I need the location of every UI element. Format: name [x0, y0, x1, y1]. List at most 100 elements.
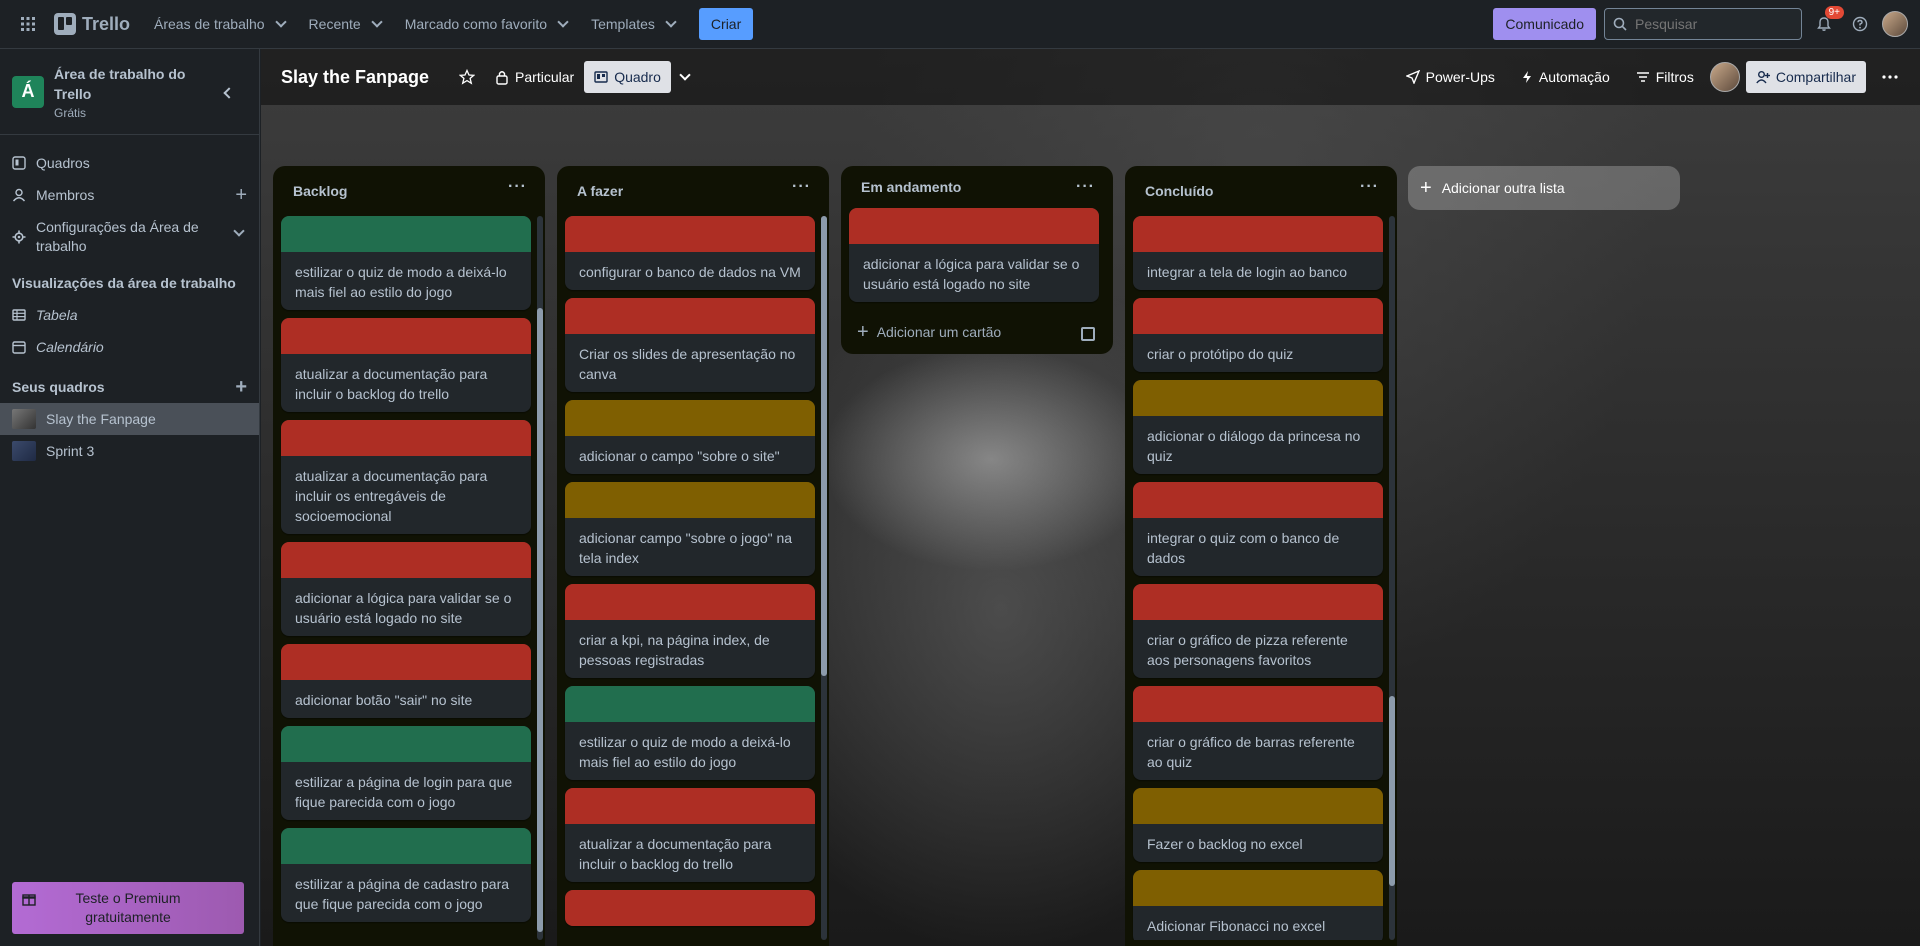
add-card-button[interactable]: +Adicionar um cartão: [841, 310, 1113, 354]
card[interactable]: criar o protótipo do quiz: [1133, 298, 1383, 372]
sidebar-board-sprint[interactable]: Sprint 3: [0, 435, 259, 467]
try-premium-button[interactable]: Teste o Premium gratuitamente: [12, 882, 244, 934]
card[interactable]: adicionar campo "sobre o jogo" na tela i…: [565, 482, 815, 576]
add-card-button[interactable]: +Adicionar um cartão: [1125, 940, 1397, 946]
list-menu-icon[interactable]: ···: [508, 178, 527, 196]
add-board-icon[interactable]: +: [235, 376, 247, 399]
app-switcher-button[interactable]: [12, 8, 44, 40]
sidebar-item-table-label: Tabela: [36, 307, 78, 323]
card[interactable]: atualizar a documentação para incluir os…: [281, 420, 531, 534]
powerups-button[interactable]: Power-Ups: [1396, 61, 1505, 93]
chevron-down-icon: [557, 16, 569, 28]
card[interactable]: adicionar botão "sair" no site: [281, 644, 531, 718]
card[interactable]: criar o gráfico de barras referente ao q…: [1133, 686, 1383, 780]
card-template-icon[interactable]: [1081, 327, 1095, 342]
card[interactable]: adicionar a lógica para validar se o usu…: [849, 208, 1099, 303]
notifications-button[interactable]: 9+: [1810, 6, 1844, 38]
card[interactable]: estilizar a página de cadastro para que …: [281, 828, 531, 922]
board-menu-button[interactable]: [1872, 61, 1908, 93]
sidebar-item-calendar[interactable]: Calendário: [0, 331, 259, 363]
create-button[interactable]: Criar: [698, 8, 754, 40]
sidebar-item-table[interactable]: Tabela: [0, 299, 259, 331]
list-title[interactable]: Backlog: [293, 183, 347, 199]
list-a-fazer[interactable]: A fazer ··· configurar o banco de dados na…: [557, 166, 829, 946]
list-header[interactable]: Backlog ···: [273, 166, 545, 216]
list-scrollbar-thumb[interactable]: [821, 216, 827, 676]
card[interactable]: atualizar a documentação para incluir o …: [281, 318, 531, 412]
sidebar-board-slay[interactable]: Slay the Fanpage: [0, 403, 259, 435]
search-input[interactable]: [1635, 16, 1785, 32]
nav-left: Trello Áreas de trabalho Recente Marcado…: [12, 8, 754, 40]
card[interactable]: Adicionar Fibonacci no excel: [1133, 870, 1383, 940]
sidebar-item-boards[interactable]: Quadros: [0, 147, 259, 179]
card[interactable]: estilizar a página de login para que fiq…: [281, 726, 531, 820]
list-scrollbar-thumb[interactable]: [537, 308, 543, 932]
card[interactable]: adicionar o campo "sobre o site": [565, 400, 815, 474]
card-cover-red: [1133, 216, 1383, 252]
card-cover-red: [849, 208, 1099, 245]
visibility-button[interactable]: Particular: [485, 61, 584, 93]
menu-recent[interactable]: Recente: [299, 8, 391, 40]
list-concluido[interactable]: Concluído ··· integrar a tela de login ao …: [1125, 166, 1397, 946]
list-menu-icon[interactable]: ···: [1360, 178, 1379, 196]
add-member-icon[interactable]: +: [235, 184, 247, 207]
collapse-sidebar-button[interactable]: [215, 79, 243, 107]
add-card-button[interactable]: +Adicionar um cartão: [557, 940, 829, 946]
add-list-button[interactable]: + Adicionar outra lista: [1408, 166, 1680, 210]
card[interactable]: adicionar o diálogo da princesa no quiz: [1133, 380, 1383, 474]
card[interactable]: estilizar o quiz de modo a deixá-lo mais…: [281, 216, 531, 310]
switch-views-button[interactable]: [671, 61, 699, 93]
card-title: Fazer o backlog no excel: [1147, 836, 1303, 852]
card[interactable]: Criar os slides de apresentação no canva: [565, 298, 815, 392]
menu-templates[interactable]: Templates: [581, 8, 685, 40]
star-board-button[interactable]: [449, 61, 485, 93]
card[interactable]: integrar o quiz com o banco de dados: [1133, 482, 1383, 576]
card[interactable]: criar a kpi, na página index, de pessoas…: [565, 584, 815, 678]
card[interactable]: Fazer o backlog no excel: [1133, 788, 1383, 862]
list-backlog[interactable]: Backlog ··· estilizar o quiz de modo a dei…: [273, 166, 545, 946]
menu-starred[interactable]: Marcado como favorito: [395, 8, 577, 40]
card[interactable]: [565, 890, 815, 926]
user-avatar[interactable]: [1882, 11, 1908, 37]
card[interactable]: integrar a tela de login ao banco: [1133, 216, 1383, 290]
search-box[interactable]: [1604, 8, 1802, 40]
card[interactable]: criar o gráfico de pizza referente aos p…: [1133, 584, 1383, 678]
trello-logo[interactable]: Trello: [48, 13, 140, 35]
menu-templates-label: Templates: [591, 16, 655, 32]
card[interactable]: estilizar o quiz de modo a deixá-lo mais…: [565, 686, 815, 780]
list-header[interactable]: Concluído ···: [1125, 166, 1397, 216]
menu-workspaces[interactable]: Áreas de trabalho: [144, 8, 295, 40]
card-cover-yellow: [565, 400, 815, 436]
share-button[interactable]: Compartilhar: [1745, 61, 1866, 93]
card-title: estilizar a página de login para que fiq…: [295, 774, 513, 810]
card[interactable]: adicionar a lógica para validar se o usu…: [281, 542, 531, 636]
card[interactable]: configurar o banco de dados na VM: [565, 216, 815, 290]
automation-button[interactable]: Automação: [1511, 61, 1620, 93]
board-icon: [12, 156, 26, 170]
card-cover-red: [1133, 686, 1383, 722]
help-icon: [1852, 16, 1868, 32]
list-title[interactable]: Em andamento: [861, 179, 961, 195]
board-title[interactable]: Slay the Fanpage: [281, 67, 429, 88]
list-header[interactable]: Em andamento ···: [841, 166, 1113, 208]
list-menu-icon[interactable]: ···: [1076, 178, 1095, 196]
list-header[interactable]: A fazer ···: [557, 166, 829, 216]
member-avatar[interactable]: [1709, 62, 1740, 92]
card-cover-green: [281, 216, 531, 252]
list-em-andamento[interactable]: Em andamento ··· adicionar a lógica para v…: [841, 166, 1113, 354]
list-scrollbar-thumb[interactable]: [1389, 696, 1395, 886]
list-title[interactable]: Concluído: [1145, 183, 1213, 199]
sidebar-item-settings[interactable]: Configurações da Área de trabalho: [0, 211, 259, 263]
add-card-button[interactable]: +Adicionar um cartão: [273, 940, 545, 946]
workspace-name[interactable]: Área de trabalho do Trello: [54, 64, 204, 104]
filters-button[interactable]: Filtros: [1626, 61, 1704, 93]
comunicado-button[interactable]: Comunicado: [1493, 8, 1596, 40]
view-board-tab[interactable]: Quadro: [584, 61, 671, 93]
notification-badge: 9+: [1824, 6, 1844, 19]
list-menu-icon[interactable]: ···: [792, 178, 811, 196]
help-button[interactable]: [1846, 10, 1874, 38]
sidebar-item-members[interactable]: Membros +: [0, 179, 259, 211]
plus-icon: +: [1420, 176, 1432, 199]
card[interactable]: atualizar a documentação para incluir o …: [565, 788, 815, 882]
list-title[interactable]: A fazer: [577, 183, 623, 199]
